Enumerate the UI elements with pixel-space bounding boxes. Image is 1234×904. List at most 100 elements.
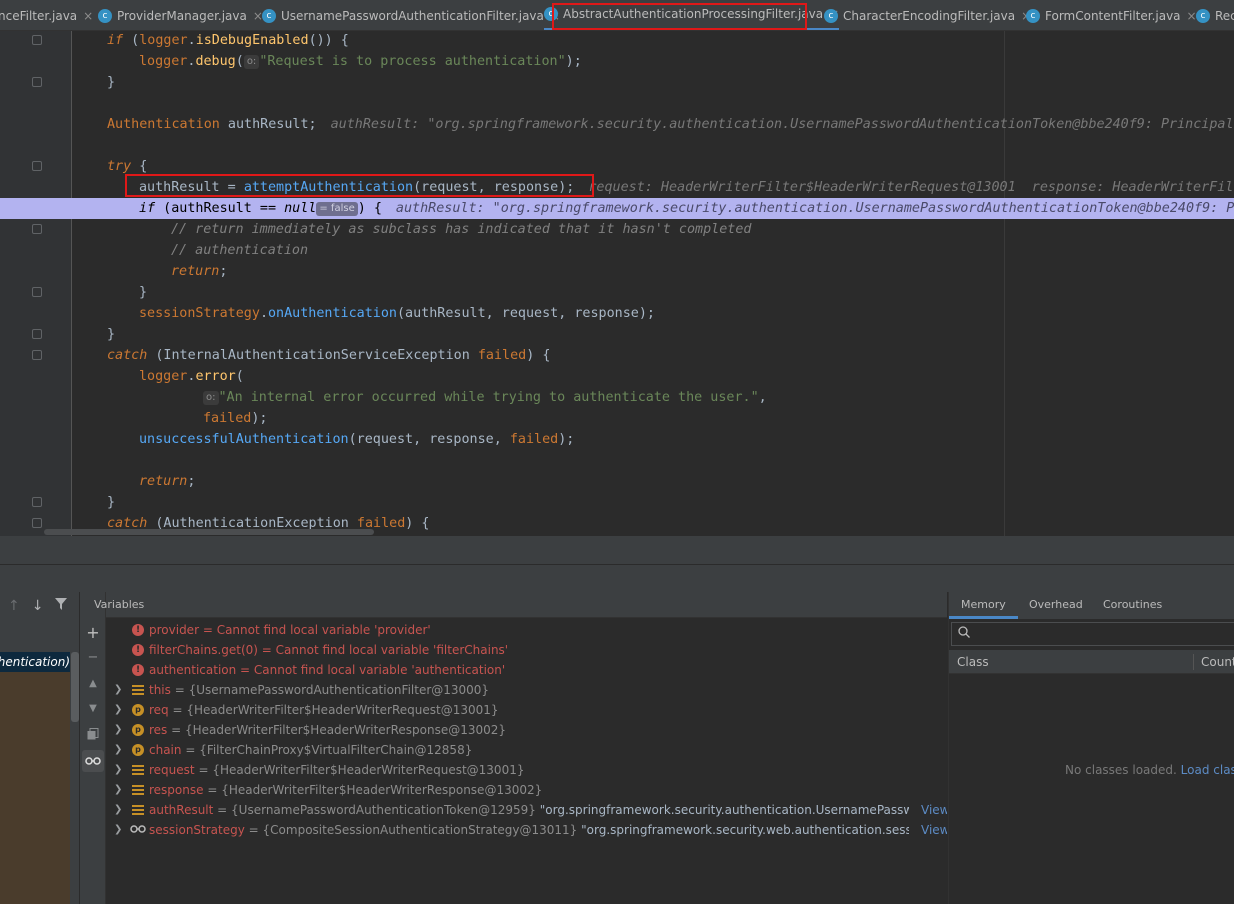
code-line[interactable]: return; [0, 261, 1234, 282]
code-line[interactable]: catch (InternalAuthenticationServiceExce… [0, 345, 1234, 366]
variable-row[interactable]: ❯ this = {UsernamePasswordAuthentication… [106, 680, 947, 700]
variables-toolbar: + − ▲ ▼ [80, 592, 106, 904]
close-icon[interactable]: × [83, 9, 93, 23]
tab-label: UsernamePasswordAuthenticationFilter.jav… [281, 8, 544, 23]
tab-memory[interactable]: Memory [949, 592, 1018, 619]
code-line[interactable]: failed); [0, 408, 1234, 429]
code-line[interactable]: } [0, 324, 1234, 345]
class-icon: c [98, 8, 112, 23]
code-line[interactable]: } [0, 282, 1234, 303]
tab-rec[interactable]: c Rec [1196, 0, 1234, 30]
field-icon [132, 784, 144, 796]
current-execution-line[interactable]: if (authResult == null = false) {authResu… [0, 198, 1234, 219]
tab-highlight-box [552, 3, 807, 30]
variables-title: Variables [94, 598, 145, 611]
tab-provider-manager[interactable]: c ProviderManager.java × [98, 0, 263, 30]
code-editor[interactable]: if (logger.isDebugEnabled()) { logger.de… [0, 31, 1234, 536]
tab-filter-java[interactable]: nceFilter.java × [0, 0, 93, 30]
code-line[interactable]: // return immediately as subclass has in… [0, 219, 1234, 240]
code-line[interactable]: } [0, 72, 1234, 93]
parameter-icon: p [132, 724, 144, 736]
arrow-down-icon[interactable]: ↓ [32, 598, 44, 614]
column-class[interactable]: Class [957, 650, 989, 674]
class-icon: c [1026, 8, 1040, 23]
column-count[interactable]: Count [1201, 650, 1234, 674]
filter-icon[interactable] [55, 598, 68, 614]
expand-arrow-icon[interactable]: ❯ [114, 760, 122, 780]
code-line[interactable]: } [0, 492, 1234, 513]
variables-title-bar: Variables [94, 592, 947, 618]
highlight-box [125, 174, 594, 197]
parameter-hint: o: [243, 55, 260, 69]
tab-character-encoding-filter[interactable]: c CharacterEncodingFilter.java × [824, 0, 1031, 30]
empty-text: No classes loaded. [1065, 763, 1177, 777]
inline-debug-value: authResult: "org.springframework.securit… [330, 117, 1234, 132]
editor-tab-bar: nceFilter.java × c ProviderManager.java … [0, 0, 1234, 31]
move-up-icon[interactable]: ▲ [80, 672, 106, 694]
code-line[interactable]: logger.debug(o: "Request is to process au… [0, 51, 1234, 72]
code-line[interactable]: logger.error( [0, 366, 1234, 387]
expand-arrow-icon[interactable]: ❯ [114, 700, 122, 720]
expand-arrow-icon[interactable]: ❯ [114, 820, 122, 840]
parameter-icon: p [132, 744, 144, 756]
parameter-icon: p [132, 704, 144, 716]
frame-item-selected[interactable]: uthentication) [0, 652, 70, 672]
tab-coroutines[interactable]: Coroutines [1103, 592, 1162, 619]
expand-arrow-icon[interactable]: ❯ [114, 740, 122, 760]
frames-panel: ↑ ↓ uthentication) [0, 592, 80, 904]
tab-form-content-filter[interactable]: c FormContentFilter.java × [1026, 0, 1197, 30]
expand-arrow-icon[interactable]: ❯ [114, 720, 122, 740]
code-line[interactable]: return; [0, 471, 1234, 492]
move-down-icon[interactable]: ▼ [80, 697, 106, 719]
field-icon [132, 804, 144, 816]
inline-debug-value: authResult: "org.springframework.securit… [395, 201, 1234, 216]
field-icon [132, 764, 144, 776]
expand-arrow-icon[interactable]: ❯ [114, 780, 122, 800]
column-separator [1193, 654, 1194, 670]
arrow-up-icon[interactable]: ↑ [8, 598, 20, 614]
horizontal-scrollbar[interactable] [44, 529, 374, 535]
parameter-hint: o: [203, 391, 219, 405]
frames-scrollbar[interactable] [71, 652, 79, 722]
watch-glasses-icon [130, 824, 146, 836]
view-link[interactable]: View [921, 800, 947, 820]
memory-panel: Memory Overhead Coroutines Class Count N… [948, 592, 1234, 904]
show-watches-icon[interactable] [82, 750, 104, 772]
tab-username-password-filter[interactable]: c UsernamePasswordAuthenticationFilter.j… [262, 0, 560, 30]
variable-row[interactable]: ! provider = Cannot find local variable … [106, 620, 947, 640]
class-icon: c [1196, 8, 1210, 23]
expand-arrow-icon[interactable]: ❯ [114, 800, 122, 820]
code-line[interactable]: if (logger.isDebugEnabled()) { [0, 31, 1234, 51]
frames-toolbar: ↑ ↓ [0, 592, 80, 620]
variable-row[interactable]: ❯ p res = {HeaderWriterFilter$HeaderWrit… [106, 720, 947, 740]
view-link[interactable]: View [921, 820, 947, 840]
code-line[interactable]: sessionStrategy.onAuthentication(authRes… [0, 303, 1234, 324]
tab-label: ProviderManager.java [117, 8, 247, 23]
code-line[interactable]: unsuccessfulAuthentication(request, resp… [0, 429, 1234, 450]
value-hint: = false [316, 202, 358, 216]
remove-watch-icon[interactable]: − [80, 646, 106, 668]
load-classes-link[interactable]: Load classes [1181, 763, 1234, 777]
variable-row[interactable]: ❯ p chain = {FilterChainProxy$VirtualFil… [106, 740, 947, 760]
error-icon: ! [132, 644, 144, 656]
expand-arrow-icon[interactable]: ❯ [114, 680, 122, 700]
variable-row[interactable]: ❯ request = {HeaderWriterFilter$HeaderWr… [106, 760, 947, 780]
class-search-input[interactable] [951, 622, 1234, 646]
add-watch-icon[interactable]: + [80, 621, 106, 643]
variable-row[interactable]: ❯ p req = {HeaderWriterFilter$HeaderWrit… [106, 700, 947, 720]
editor-status-strip [0, 536, 1234, 564]
copy-icon[interactable] [80, 723, 106, 745]
code-line[interactable]: o: "An internal error occurred while tryi… [0, 387, 1234, 408]
code-line[interactable]: // authentication [0, 240, 1234, 261]
variable-row[interactable]: ! authentication = Cannot find local var… [106, 660, 947, 680]
variable-row[interactable]: ❯ sessionStrategy = {CompositeSessionAut… [106, 820, 947, 840]
error-icon: ! [132, 624, 144, 636]
variable-row[interactable]: ! filterChains.get(0) = Cannot find loca… [106, 640, 947, 660]
code-line[interactable]: Authentication authResult; authResult: "o… [0, 114, 1234, 135]
variables-panel: Variables ! provider = Cannot find local… [94, 592, 947, 904]
variable-row[interactable]: ❯ authResult = {UsernamePasswordAuthenti… [106, 800, 947, 820]
class-icon: c [262, 8, 276, 23]
search-icon [958, 626, 970, 642]
variable-row[interactable]: ❯ response = {HeaderWriterFilter$HeaderW… [106, 780, 947, 800]
tab-overhead[interactable]: Overhead [1029, 592, 1083, 619]
